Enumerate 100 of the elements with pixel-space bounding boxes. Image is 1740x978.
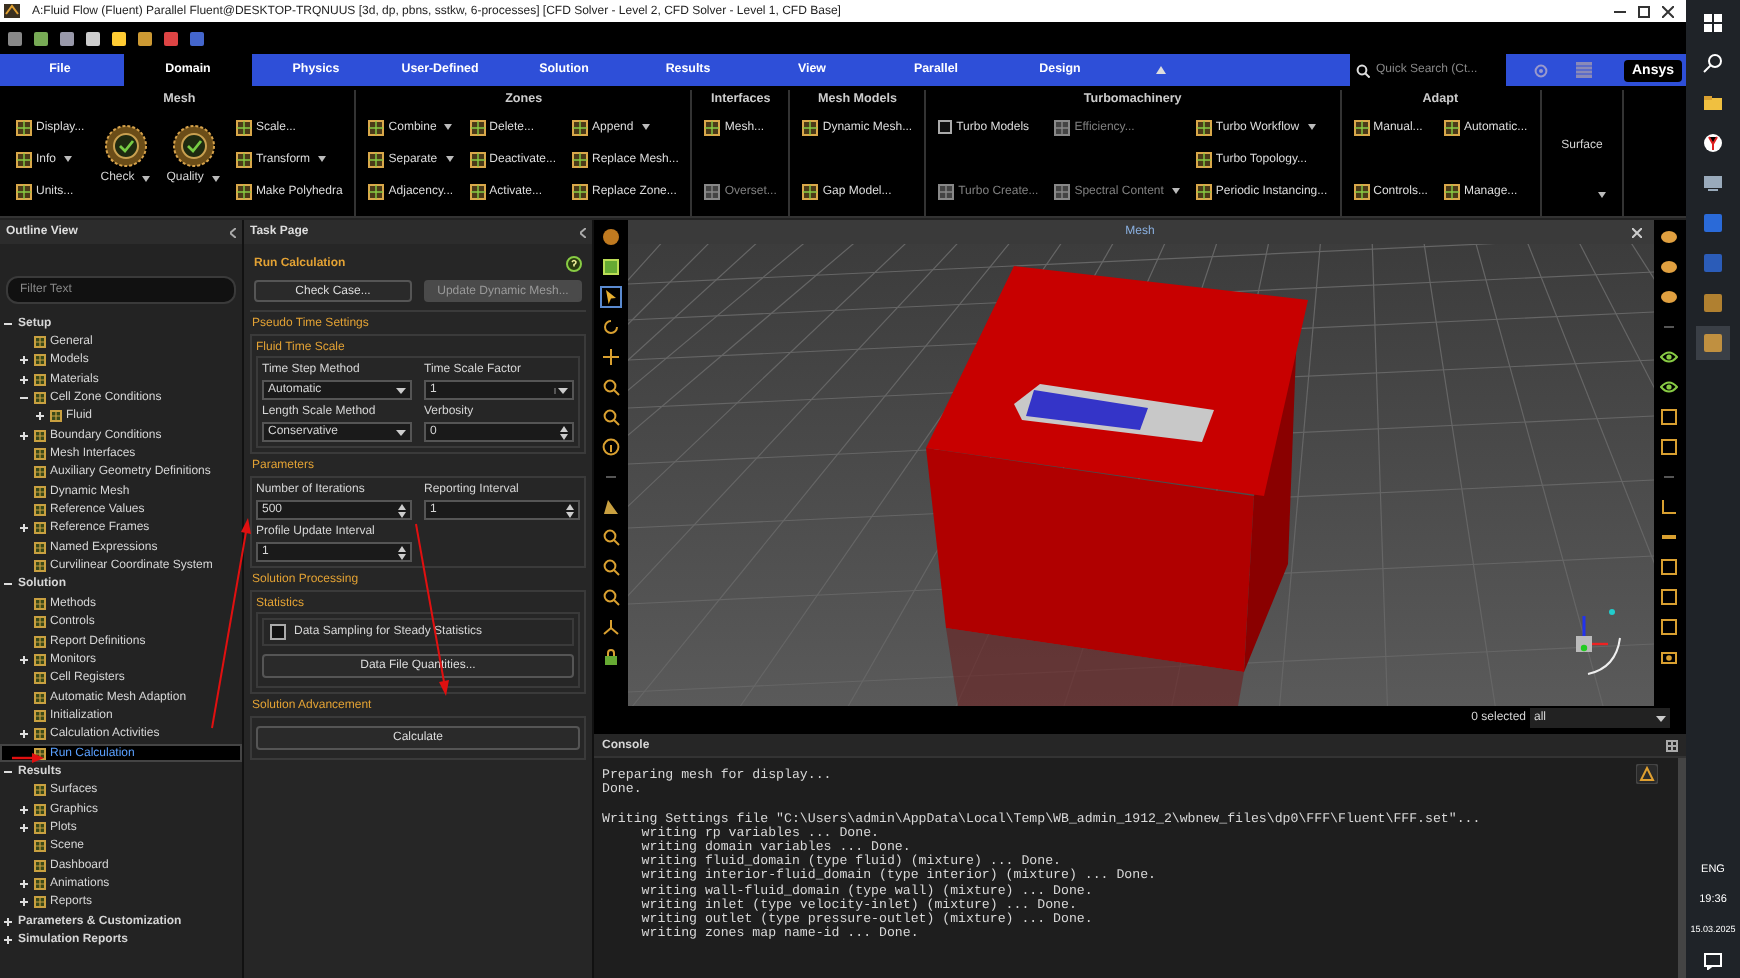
eye-icon[interactable]	[1660, 378, 1679, 396]
tree-item-icon	[34, 373, 46, 386]
grid-icon	[16, 151, 32, 167]
grid-icon	[802, 183, 819, 199]
caret-icon[interactable]	[554, 387, 568, 393]
expand-icon[interactable]	[20, 356, 28, 365]
expand-icon[interactable]	[20, 524, 28, 533]
tree-item-icon	[34, 560, 46, 573]
layout-icon[interactable]	[1666, 739, 1678, 751]
expand-icon[interactable]	[20, 898, 28, 907]
grid-icon	[469, 151, 486, 167]
disc-icon[interactable]	[1660, 258, 1679, 276]
tree-item-icon	[34, 840, 46, 853]
maximize-icon[interactable]	[1638, 5, 1650, 17]
grid-icon	[572, 119, 589, 135]
app-icon[interactable]	[1702, 212, 1724, 234]
expand-icon[interactable]	[36, 412, 44, 421]
disc-icon[interactable]	[1660, 288, 1679, 306]
grid-icon	[368, 119, 385, 135]
pointer-icon[interactable]	[601, 288, 620, 306]
axes-icon[interactable]	[1660, 498, 1679, 516]
app-icon[interactable]	[1702, 252, 1724, 274]
grid-icon	[1195, 119, 1212, 135]
collapse-panel-icon[interactable]	[580, 227, 586, 237]
square-icon[interactable]	[1660, 438, 1679, 456]
tree-item-icon	[34, 653, 46, 666]
expand-icon[interactable]	[20, 431, 28, 440]
caret-up-icon[interactable]	[1156, 66, 1166, 74]
tree-item-icon	[34, 784, 46, 797]
square-icon[interactable]	[1660, 408, 1679, 426]
app-icon[interactable]	[1702, 292, 1724, 314]
tree-item-icon	[34, 392, 46, 405]
spinner-arrows-icon[interactable]	[398, 503, 406, 517]
expand-icon[interactable]	[4, 917, 12, 926]
expand-icon[interactable]	[20, 655, 28, 664]
windows-icon[interactable]	[1702, 12, 1724, 34]
tree-item-icon	[34, 896, 46, 909]
disc-icon[interactable]	[1660, 228, 1679, 246]
wedge-icon[interactable]	[601, 498, 620, 516]
zoom-icon[interactable]	[601, 558, 620, 576]
computer-icon[interactable]	[1702, 172, 1724, 194]
square-icon[interactable]	[1660, 558, 1679, 576]
zoom-icon[interactable]	[601, 408, 620, 426]
square-icon[interactable]	[601, 258, 620, 276]
move-icon[interactable]	[601, 348, 620, 366]
grid-icon	[704, 119, 721, 135]
info-icon[interactable]	[601, 438, 620, 456]
square-icon[interactable]	[1660, 618, 1679, 636]
search-icon[interactable]	[1702, 52, 1724, 74]
tree-item-icon	[34, 354, 46, 367]
rotate-icon[interactable]	[601, 318, 620, 336]
collapse-panel-icon[interactable]	[230, 227, 236, 237]
grid-icon	[1353, 119, 1370, 135]
tree-item-icon	[34, 448, 46, 461]
spinner-arrows-icon[interactable]	[398, 545, 406, 559]
checkbox[interactable]	[938, 120, 953, 134]
close-icon[interactable]	[1662, 5, 1674, 17]
caret-icon	[1656, 715, 1666, 721]
axes-icon[interactable]	[601, 618, 620, 636]
app-icon[interactable]	[1702, 332, 1724, 354]
tree-item-icon	[34, 485, 46, 498]
expand-icon[interactable]	[20, 805, 28, 814]
grid-icon	[368, 183, 385, 199]
grid-icon	[572, 183, 589, 199]
checkbox[interactable]	[270, 624, 286, 640]
tree-item-icon	[34, 504, 46, 517]
folder-icon[interactable]	[1702, 92, 1724, 114]
grid-icon	[16, 183, 32, 199]
caret-icon	[396, 429, 406, 435]
help-icon[interactable]	[566, 255, 582, 271]
lock-icon[interactable]	[601, 648, 620, 666]
grid-icon	[1054, 119, 1071, 135]
tree-item-icon	[34, 616, 46, 629]
expand-icon[interactable]	[20, 730, 28, 739]
expand-icon[interactable]	[20, 375, 28, 384]
grid-icon	[235, 183, 252, 199]
spinner-arrows-icon[interactable]	[560, 425, 568, 439]
grid-icon	[235, 119, 252, 135]
expand-icon[interactable]	[4, 936, 12, 945]
notification-icon[interactable]	[1704, 952, 1722, 970]
grid-icon	[1195, 183, 1212, 199]
square-icon[interactable]	[1660, 588, 1679, 606]
grid-icon	[704, 183, 721, 199]
zoom-icon[interactable]	[601, 378, 620, 396]
tree-item-icon	[34, 803, 46, 816]
grid-icon	[469, 183, 486, 199]
spinner-arrows-icon[interactable]	[566, 503, 574, 517]
minimize-icon[interactable]	[1614, 5, 1626, 17]
grid-icon	[572, 151, 589, 167]
expand-icon[interactable]	[20, 879, 28, 888]
browser-icon[interactable]	[1702, 132, 1724, 154]
grid-icon	[1054, 183, 1071, 199]
camera-icon[interactable]	[1660, 648, 1679, 666]
warning-icon[interactable]	[1636, 764, 1658, 784]
zoom-icon[interactable]	[601, 528, 620, 546]
eye-icon[interactable]	[1660, 348, 1679, 366]
app-logo-icon	[4, 4, 20, 18]
expand-icon[interactable]	[20, 823, 28, 832]
zoom-icon[interactable]	[601, 588, 620, 606]
grid-icon	[16, 119, 32, 135]
